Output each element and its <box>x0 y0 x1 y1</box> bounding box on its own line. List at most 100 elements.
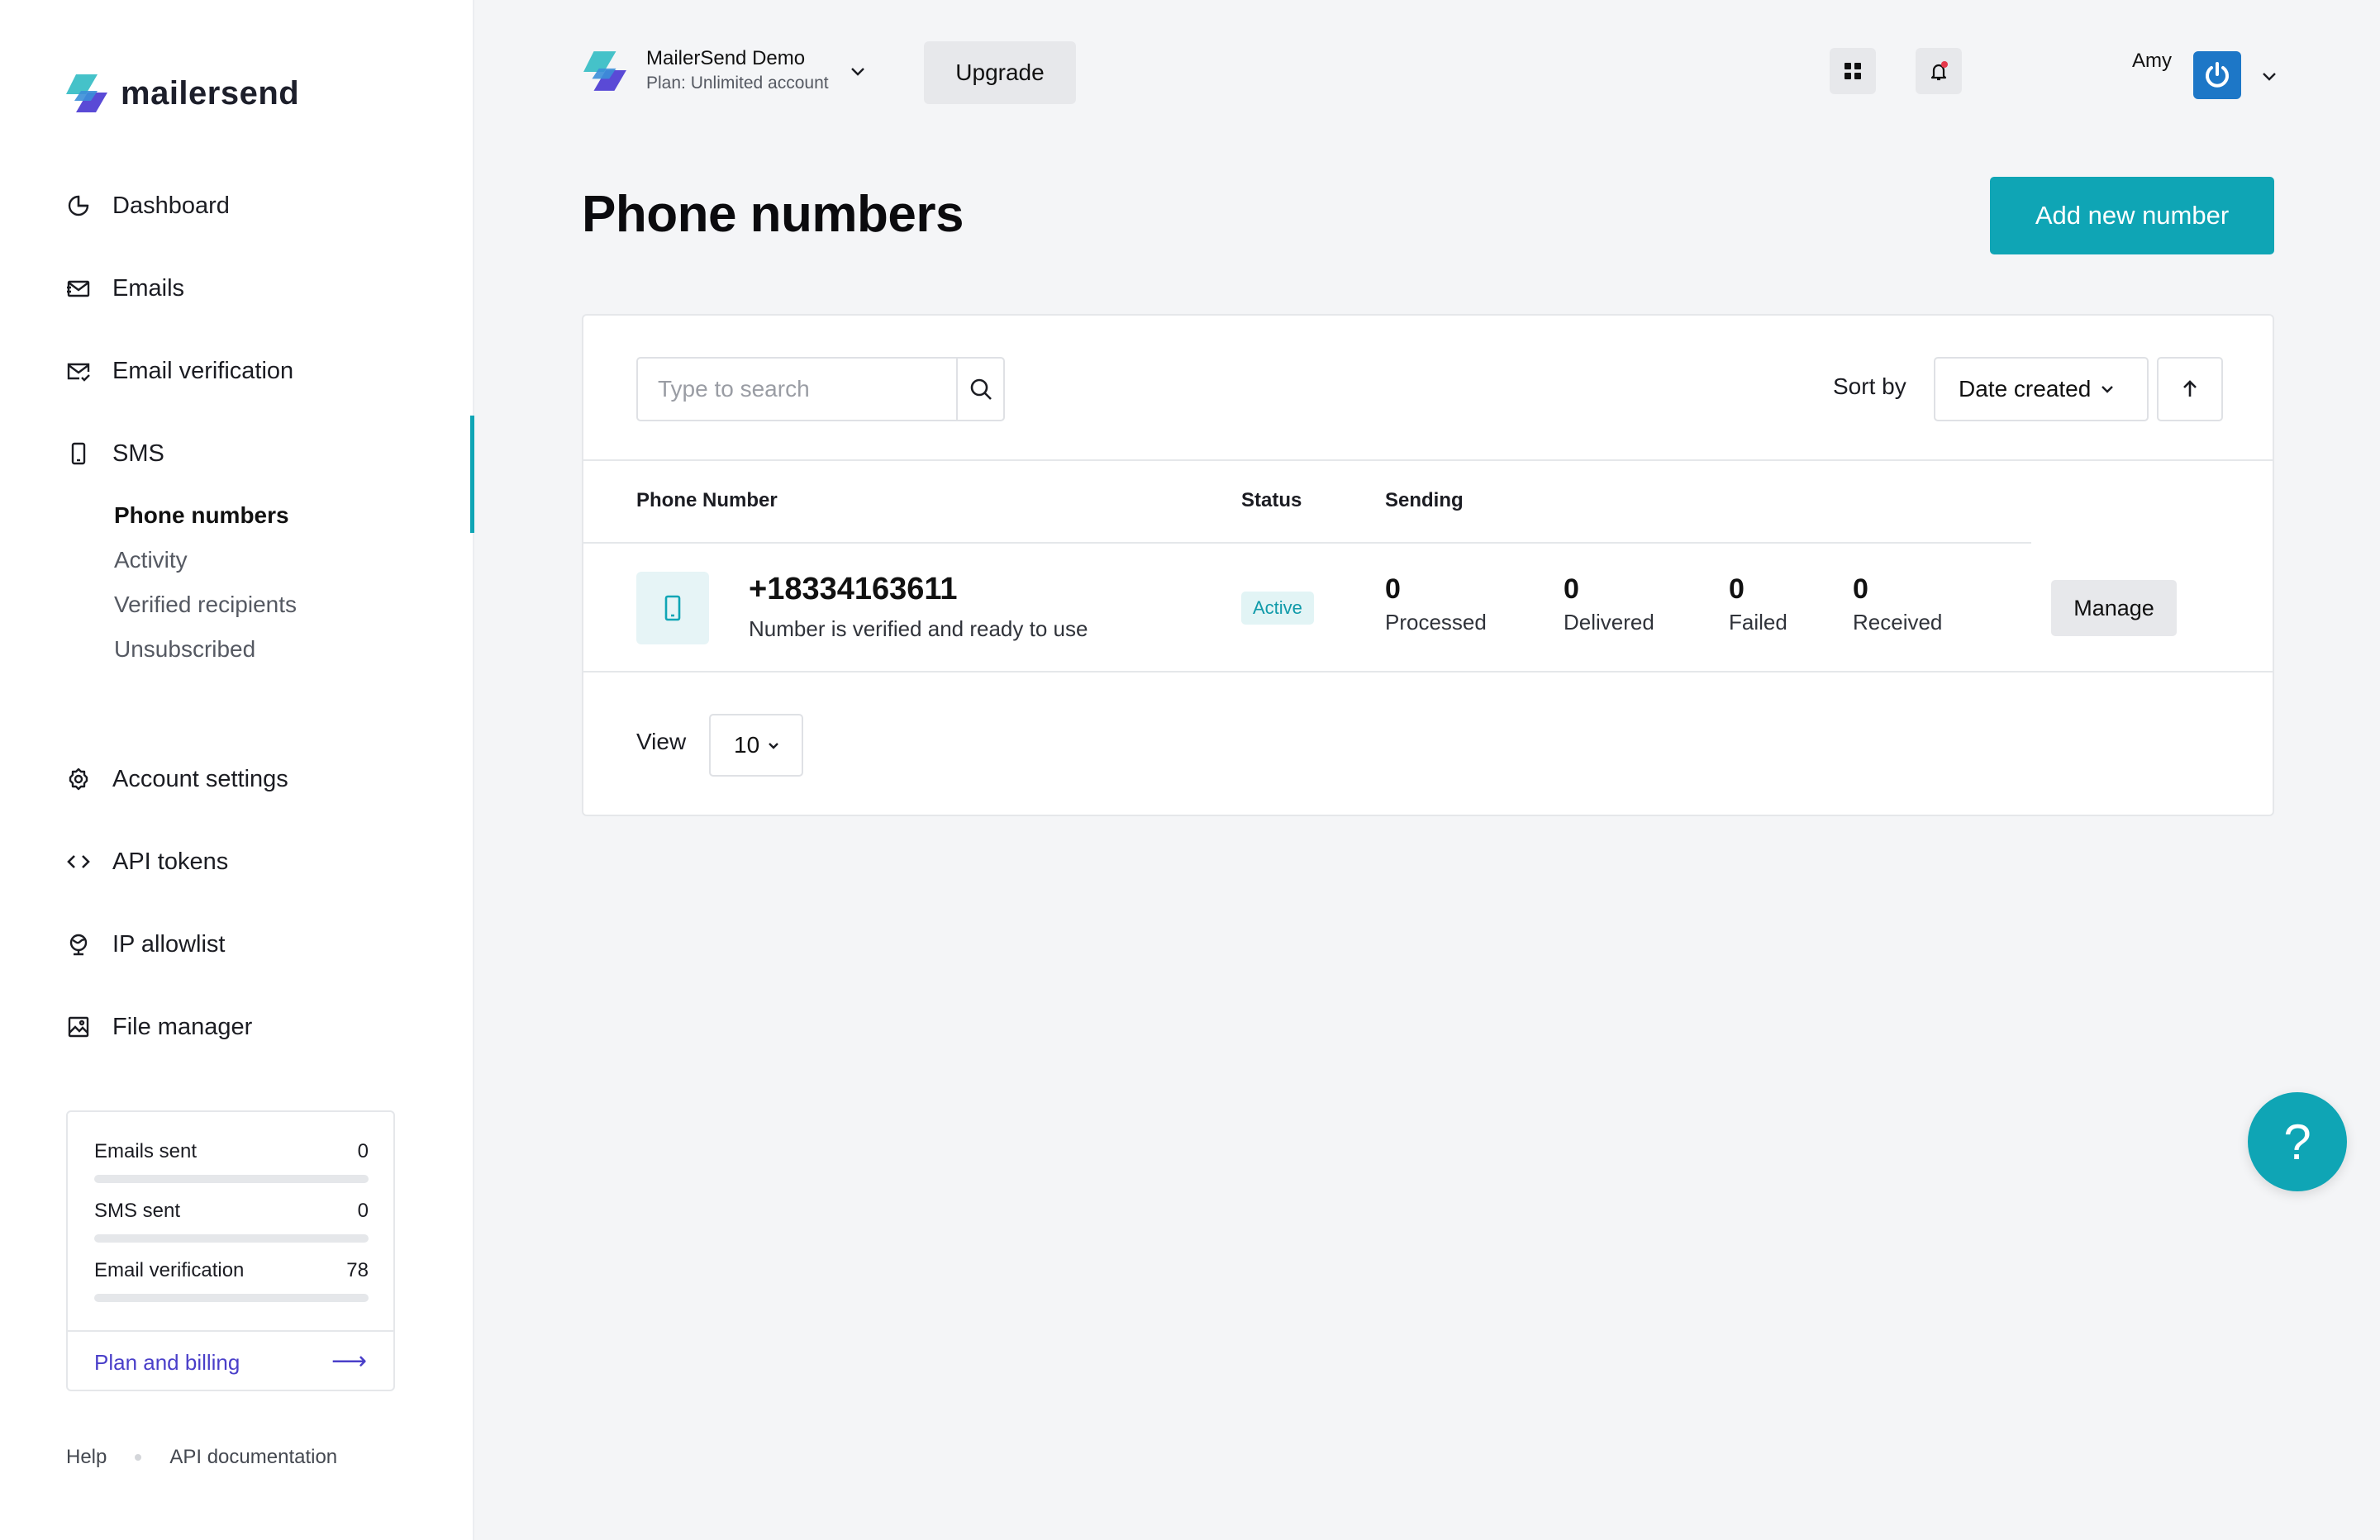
nav-account-settings[interactable]: Account settings <box>64 765 288 793</box>
usage-divider <box>68 1330 393 1332</box>
active-section-indicator <box>470 416 474 533</box>
add-new-number-button[interactable]: Add new number <box>1990 177 2274 254</box>
nav-account-settings-label: Account settings <box>112 765 288 792</box>
notifications-button[interactable] <box>1916 48 1962 94</box>
usage-sms-sent: SMS sent 0 <box>94 1200 369 1243</box>
row-divider <box>583 671 2273 673</box>
nav-email-verification[interactable]: Email verification <box>64 357 293 385</box>
chevron-down-icon <box>2102 386 2114 393</box>
api-documentation-link[interactable]: API documentation <box>169 1446 337 1469</box>
brand-logo[interactable]: mailersend <box>64 71 299 116</box>
nav-api-tokens-label: API tokens <box>112 848 229 875</box>
stat-label: Received <box>1853 610 1943 635</box>
nav-api-tokens[interactable]: API tokens <box>64 848 228 876</box>
usage-progress-bar <box>94 1175 369 1183</box>
usage-label: Emails sent <box>94 1140 198 1162</box>
nav-ip-allowlist[interactable]: IP allowlist <box>64 930 225 958</box>
usage-label: SMS sent <box>94 1200 181 1222</box>
grid-icon <box>1844 63 1861 79</box>
manage-button[interactable]: Manage <box>2051 580 2177 636</box>
nav-emails[interactable]: Emails <box>64 274 184 302</box>
page-title: Phone numbers <box>582 186 964 243</box>
stat-value: 0 <box>1853 573 1868 605</box>
stat-label: Failed <box>1729 610 1787 635</box>
chevron-down-icon <box>769 743 779 749</box>
stat-value: 0 <box>1729 573 1745 605</box>
stat-delivered: 0 Delivered <box>1564 572 1654 635</box>
account-switcher[interactable]: MailerSend Demo Plan: Unlimited account <box>582 46 867 96</box>
sort-label: Sort by <box>1833 373 1906 399</box>
separator-dot <box>135 1454 142 1461</box>
column-header-phone-number: Phone Number <box>636 489 778 511</box>
gear-icon <box>64 765 93 793</box>
account-plan: Plan: Unlimited account <box>646 74 829 93</box>
chevron-down-icon[interactable] <box>2259 66 2279 86</box>
account-info: MailerSend Demo Plan: Unlimited account <box>646 46 829 96</box>
phone-number-description: Number is verified and ready to use <box>749 616 1088 641</box>
upgrade-button[interactable]: Upgrade <box>924 41 1076 104</box>
stat-value: 0 <box>1564 573 1579 605</box>
usage-value: 0 <box>357 1200 369 1222</box>
usage-card: Emails sent 0 SMS sent 0 Email verificat… <box>66 1110 395 1391</box>
view-label: View <box>636 729 687 754</box>
sort-direction-button[interactable] <box>2157 357 2223 421</box>
mobile-icon <box>64 440 93 468</box>
phone-numbers-card: Sort by Date created Phone Number Status… <box>582 314 2274 816</box>
chevron-down-icon <box>850 68 864 76</box>
phone-number[interactable]: +18334163611 <box>749 572 958 607</box>
email-send-icon <box>64 274 93 302</box>
stat-processed: 0 Processed <box>1385 572 1487 635</box>
brand-name: mailersend <box>121 74 300 112</box>
nav-dashboard-label: Dashboard <box>112 192 230 219</box>
arrow-right-icon[interactable]: ⟶ <box>331 1347 367 1376</box>
header-divider <box>583 542 2031 544</box>
nav-sms-label: SMS <box>112 440 164 467</box>
stat-label: Processed <box>1385 610 1487 635</box>
stat-received: 0 Received <box>1853 572 1942 635</box>
app-root: mailersend Dashboard Emails Email verifi… <box>0 0 2380 1540</box>
nav-file-manager-label: File manager <box>112 1013 253 1040</box>
usage-emails-sent: Emails sent 0 <box>94 1140 369 1183</box>
nav-file-manager[interactable]: File manager <box>64 1013 252 1041</box>
search-box <box>636 357 1005 421</box>
help-link[interactable]: Help <box>66 1446 107 1469</box>
help-chat-button[interactable]: ? <box>2248 1092 2347 1191</box>
nav-email-verification-label: Email verification <box>112 357 294 384</box>
nav-emails-label: Emails <box>112 274 185 302</box>
nav-dashboard[interactable]: Dashboard <box>64 192 230 220</box>
per-page-value: 10 <box>734 732 760 758</box>
status-badge: Active <box>1241 592 1314 625</box>
mobile-icon <box>664 595 681 621</box>
apps-grid-button[interactable] <box>1830 48 1876 94</box>
subnav-verified-recipients[interactable]: Verified recipients <box>114 588 297 633</box>
search-button[interactable] <box>956 359 1003 420</box>
stat-failed: 0 Failed <box>1729 572 1787 635</box>
column-header-sending: Sending <box>1385 489 1464 511</box>
globe-icon <box>64 930 93 958</box>
stat-label: Delivered <box>1564 610 1654 635</box>
subnav-phone-numbers[interactable]: Phone numbers <box>114 499 297 544</box>
image-icon <box>64 1013 93 1041</box>
bell-icon <box>1930 61 1948 81</box>
code-icon <box>64 848 93 876</box>
search-input[interactable] <box>638 359 956 420</box>
per-page-select[interactable]: 10 <box>709 714 803 777</box>
nav-ip-allowlist-label: IP allowlist <box>112 930 226 958</box>
toolbar-divider <box>583 459 2273 461</box>
search-icon <box>970 378 992 400</box>
plan-and-billing-link[interactable]: Plan and billing <box>94 1350 240 1376</box>
user-name: Amy <box>2132 50 2172 72</box>
usage-label: Email verification <box>94 1259 245 1281</box>
email-check-icon <box>64 357 93 385</box>
stat-value: 0 <box>1385 573 1401 605</box>
pie-chart-icon <box>64 192 93 220</box>
sort-select[interactable]: Date created <box>1934 357 2149 421</box>
column-header-status: Status <box>1241 489 1302 511</box>
sort-value: Date created <box>1959 376 2092 402</box>
subnav-activity[interactable]: Activity <box>114 544 297 588</box>
avatar[interactable] <box>2193 51 2241 99</box>
account-name: MailerSend Demo <box>646 47 806 69</box>
subnav-unsubscribed[interactable]: Unsubscribed <box>114 633 297 677</box>
nav-sms[interactable]: SMS <box>64 440 164 468</box>
phone-number-icon-tile <box>636 572 709 644</box>
